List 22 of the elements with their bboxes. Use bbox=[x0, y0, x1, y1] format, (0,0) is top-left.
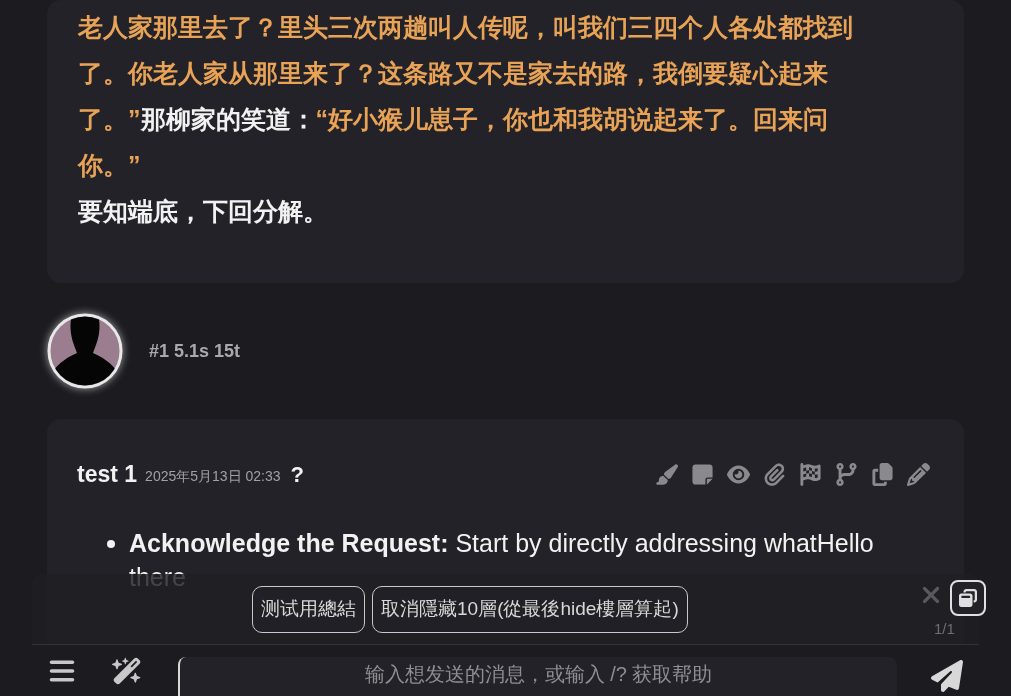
swipe-windows-button[interactable] bbox=[950, 580, 986, 616]
note-icon[interactable] bbox=[691, 462, 714, 486]
quick-reply-button[interactable]: 取消隱藏10層(從最後hide樓層算起) bbox=[372, 585, 688, 633]
quick-reply-button[interactable]: 测试用總結 bbox=[252, 585, 365, 633]
windows-icon bbox=[959, 589, 977, 607]
swipe-counter: 1/1 bbox=[934, 619, 955, 639]
send-icon[interactable] bbox=[931, 659, 963, 692]
story-paragraph: 老人家那里去了？里头三次两趟叫人传呢，叫我们三四个人各处都找到了。你老人家从那里来了？这条路又不是家去的路，我倒要疑心起来了。”那柳家的笑道：“好小猴儿崽子，你也和我胡说起来了。回来问你。” bbox=[78, 12, 854, 181]
bullet-icon bbox=[107, 539, 115, 548]
branch-icon[interactable] bbox=[835, 462, 858, 486]
copy-icon[interactable] bbox=[871, 462, 894, 486]
message-timestamp: 2025年5月13日 02:33 bbox=[145, 466, 281, 486]
magic-wand-icon[interactable] bbox=[112, 655, 142, 686]
story-paragraph: 要知端底，下回分解。 bbox=[78, 196, 329, 227]
pencil-icon[interactable] bbox=[907, 462, 930, 486]
message-input[interactable]: 输入想发送的消息，或输入 /? 获取帮助 bbox=[178, 656, 897, 696]
paintbrush-icon[interactable] bbox=[655, 462, 678, 486]
character-name: test 1 bbox=[77, 460, 138, 489]
checkered-flag-icon[interactable] bbox=[799, 462, 822, 486]
status-mark: ? bbox=[290, 460, 304, 489]
message-stats: #1 5.1s 15t bbox=[149, 339, 241, 363]
paperclip-icon[interactable] bbox=[763, 462, 786, 486]
